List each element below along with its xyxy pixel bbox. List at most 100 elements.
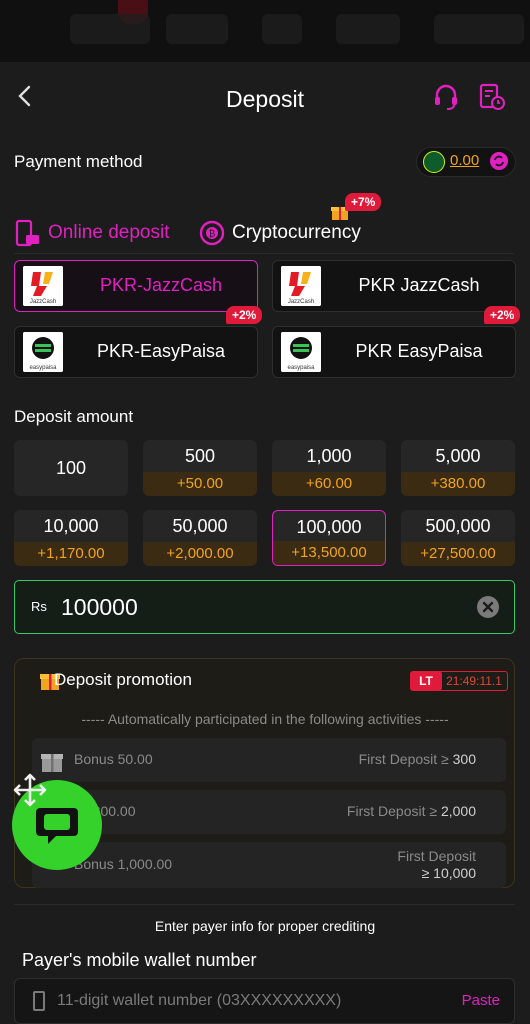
- method-label: PKR JazzCash: [358, 275, 480, 295]
- amount-value: 100,000: [296, 517, 362, 537]
- amount-input-value[interactable]: 100000: [61, 594, 138, 621]
- amount-bonus: +27,500.00: [401, 542, 515, 566]
- amount-option-100000[interactable]: 100,000 +13,500.00: [272, 510, 386, 566]
- divider: [14, 904, 515, 905]
- payment-method-label: Payment method: [14, 152, 143, 171]
- amount-bonus: +380.00: [401, 472, 515, 496]
- nav-tab[interactable]: [166, 14, 228, 44]
- nav-tab[interactable]: [70, 14, 150, 44]
- promotion-condition: First Deposit ≥ 300: [359, 751, 476, 767]
- amount-input[interactable]: Rs 100000: [14, 580, 515, 634]
- amount-bonus: +50.00: [143, 472, 257, 496]
- svg-text:JazzCash: JazzCash: [30, 299, 56, 305]
- tab-cryptocurrency-label: Cryptocurrency: [232, 222, 361, 243]
- clear-icon[interactable]: [476, 595, 500, 619]
- amount-option-100[interactable]: 100: [14, 440, 128, 496]
- condition-text: First Deposit ≥: [346, 803, 438, 819]
- history-icon[interactable]: [478, 82, 506, 112]
- method-label: PKR-JazzCash: [99, 275, 223, 295]
- tab-online-deposit[interactable]: Online deposit: [14, 218, 169, 248]
- wallet-placeholder[interactable]: 11-digit wallet number (03XXXXXXXXX): [57, 992, 341, 1010]
- method-pkr-easypaisa-1[interactable]: easypaisa PKR-EasyPaisa: [14, 326, 258, 378]
- amount-value: 1,000: [306, 446, 352, 466]
- amount-value: 5,000: [435, 446, 481, 466]
- dash-right: -----: [421, 711, 449, 727]
- tab-divider: [14, 253, 514, 254]
- amount-option-500[interactable]: 500 +50.00: [143, 440, 257, 496]
- promotion-bonus: Bonus 1,000.00: [74, 856, 173, 872]
- amount-bonus: +60.00: [272, 472, 386, 496]
- amount-option-500000[interactable]: 500,000 +27,500.00: [401, 510, 515, 566]
- balance-amount[interactable]: 0.00: [450, 152, 479, 169]
- condition-text: First Deposit: [397, 848, 476, 864]
- currency-label: Rs: [31, 599, 47, 614]
- wallet-number-input[interactable]: 11-digit wallet number (03XXXXXXXXX) Pas…: [14, 978, 515, 1024]
- amount-value: 500: [184, 446, 216, 466]
- easypaisa-logo: easypaisa: [281, 332, 321, 372]
- condition-text: First Deposit ≥: [358, 751, 449, 767]
- paste-button[interactable]: Paste: [462, 992, 500, 1009]
- promotion-condition: First Deposit ≥ 10,000: [397, 848, 476, 882]
- tab-online-deposit-label: Online deposit: [48, 222, 170, 243]
- nav-tab[interactable]: [336, 14, 400, 44]
- method-pkr-jazzcash-2[interactable]: JazzCash PKR JazzCash: [272, 260, 516, 312]
- svg-text:₿: ₿: [209, 229, 216, 239]
- amount-option-50000[interactable]: 50,000 +2,000.00: [143, 510, 257, 566]
- condition-amount: ≥ 10,000: [421, 865, 476, 881]
- lt-tag: LT: [410, 671, 442, 691]
- amount-option-5000[interactable]: 5,000 +380.00: [401, 440, 515, 496]
- amount-option-1000[interactable]: 1,000 +60.00: [272, 440, 386, 496]
- method-pkr-jazzcash-1[interactable]: JazzCash PKR-JazzCash: [14, 260, 258, 312]
- amount-option-10000[interactable]: 10,000 +1,170.00: [14, 510, 128, 566]
- crypto-bonus-badge: +7%: [345, 193, 382, 211]
- easypaisa-bonus-badge: +2%: [226, 306, 263, 324]
- gift-box-icon: [41, 754, 63, 772]
- balance-widget[interactable]: 0.00: [416, 147, 516, 177]
- promotion-row: Bonus 1,000.00 First Deposit ≥ 10,000: [32, 842, 506, 888]
- dash-left: -----: [81, 711, 108, 727]
- payer-info-note: Enter payer info for proper crediting: [154, 918, 376, 934]
- promotion-row: Bonus 50.00 First Deposit ≥ 300: [32, 738, 506, 782]
- easypaisa-bonus-badge: +2%: [484, 306, 521, 324]
- refresh-icon[interactable]: [489, 151, 509, 171]
- amount-bonus: +2,000.00: [143, 542, 257, 566]
- nav-tab[interactable]: [434, 14, 524, 44]
- svg-text:JazzCash: JazzCash: [288, 299, 314, 305]
- header: Deposit: [0, 62, 530, 134]
- top-nav-strip: [0, 0, 530, 62]
- easypaisa-logo: easypaisa: [23, 332, 63, 372]
- chat-bubble-icon: [36, 808, 78, 844]
- amount-bonus: +13,500.00: [273, 541, 385, 565]
- method-label: PKR-EasyPaisa: [96, 341, 226, 361]
- amount-value: 50,000: [172, 516, 228, 536]
- amount-bonus: +1,170.00: [14, 542, 128, 566]
- condition-amount: 2,000: [440, 803, 476, 819]
- amount-value: 10,000: [43, 516, 99, 536]
- amount-value: 100: [55, 458, 87, 478]
- pk-flag-icon: [423, 151, 445, 173]
- crypto-coin-icon: ₿: [199, 220, 225, 246]
- condition-amount: 300: [452, 751, 476, 767]
- headset-icon[interactable]: [432, 82, 460, 112]
- promotion-title: Deposit promotion: [54, 670, 192, 689]
- amount-value: 500,000: [425, 516, 491, 536]
- method-pkr-easypaisa-2[interactable]: easypaisa PKR EasyPaisa: [272, 326, 516, 378]
- limited-time-badge: LT 21:49:11.1: [410, 671, 508, 691]
- jazzcash-logo: JazzCash: [23, 266, 63, 306]
- auto-participation-note: ----- Automatically participated in the …: [0, 711, 530, 727]
- promotion-timer: 21:49:11.1: [440, 671, 508, 691]
- nav-tab[interactable]: [262, 14, 302, 44]
- svg-text:easypaisa: easypaisa: [29, 365, 57, 371]
- jazzcash-logo: JazzCash: [281, 266, 321, 306]
- tab-cryptocurrency[interactable]: ₿ Cryptocurrency: [198, 218, 361, 248]
- promotion-bonus: Bonus 50.00: [74, 751, 153, 767]
- promotion-row: us 300.00 First Deposit ≥ 2,000: [32, 790, 506, 834]
- phone-icon: [33, 991, 45, 1011]
- payer-wallet-label: Payer's mobile wallet number: [22, 950, 257, 970]
- svg-text:easypaisa: easypaisa: [287, 365, 315, 371]
- phone-deposit-icon: [15, 219, 39, 247]
- method-label: PKR EasyPaisa: [355, 341, 483, 361]
- promotion-condition: First Deposit ≥ 2,000: [347, 803, 476, 819]
- deposit-amount-label: Deposit amount: [14, 407, 134, 426]
- drag-move-icon[interactable]: [12, 772, 48, 808]
